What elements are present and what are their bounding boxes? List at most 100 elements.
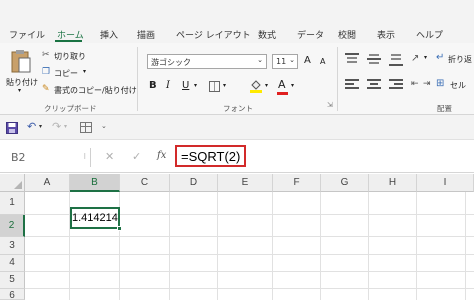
active-cell-b2[interactable]: 1.414214 xyxy=(70,207,120,229)
worksheet-grid[interactable]: A B C D E F G H I 1 2 3 4 5 6 xyxy=(0,174,474,300)
underline-button[interactable]: U xyxy=(182,80,189,91)
quick-access-toolbar: ↶ ▾ ↷ ▾ ⌄ xyxy=(0,115,474,140)
row-header[interactable]: 4 xyxy=(0,255,25,272)
name-box-value: B2 xyxy=(11,151,26,164)
borders-button[interactable] xyxy=(209,81,220,92)
font-family-select[interactable]: 游ゴシック ⌄ xyxy=(147,54,267,69)
grid-line xyxy=(25,271,474,272)
ribbon: 貼り付け ▾ ✂ 切り取り ❐ コピー ▾ ✎ 書式のコピー/貼り付け クリップ… xyxy=(0,43,474,115)
grid-line xyxy=(25,288,474,289)
alignment-group-label: 配置 xyxy=(437,104,452,113)
borders-dropdown-icon[interactable]: ▾ xyxy=(223,82,226,89)
insert-function-icon[interactable]: fx xyxy=(157,150,166,161)
grid-line xyxy=(217,192,218,300)
fill-color-dropdown-icon[interactable]: ▾ xyxy=(265,82,268,89)
clipboard-group-label: クリップボード xyxy=(44,104,97,113)
font-dialog-launcher-icon[interactable]: ⇲ xyxy=(327,101,333,109)
increase-indent-icon[interactable]: ⇥ xyxy=(423,79,431,89)
font-group-label: フォント xyxy=(223,104,253,113)
column-header[interactable]: B xyxy=(70,174,120,192)
grid-line xyxy=(465,192,466,300)
wrap-text-icon: ↵ xyxy=(436,52,445,63)
column-header[interactable]: E xyxy=(218,174,273,192)
tab-page-layout[interactable]: ページ レイアウト xyxy=(176,28,251,41)
paste-dropdown-icon[interactable]: ▾ xyxy=(18,87,21,94)
tab-draw[interactable]: 描画 xyxy=(137,28,155,41)
enter-icon[interactable]: ✓ xyxy=(132,150,141,163)
row-header[interactable]: 6 xyxy=(0,289,25,300)
align-center-icon[interactable] xyxy=(367,79,381,91)
grid-line xyxy=(272,192,273,300)
grow-font-button[interactable]: A xyxy=(304,55,311,66)
wrap-text-button[interactable]: 折り返 xyxy=(448,54,472,65)
align-left-icon[interactable] xyxy=(345,79,359,91)
cancel-icon[interactable]: ✕ xyxy=(105,150,114,163)
row-header[interactable]: 1 xyxy=(0,192,25,215)
form-icon[interactable] xyxy=(80,122,92,133)
tab-formulas[interactable]: 数式 xyxy=(258,28,276,41)
select-all-corner[interactable] xyxy=(0,174,25,192)
tab-file[interactable]: ファイル xyxy=(9,28,45,41)
fill-handle[interactable] xyxy=(117,226,122,231)
column-header[interactable]: F xyxy=(273,174,321,192)
save-icon[interactable] xyxy=(6,122,18,134)
column-header[interactable]: C xyxy=(120,174,170,192)
format-painter-button[interactable]: 書式のコピー/貼り付け xyxy=(54,85,137,96)
align-middle-icon[interactable] xyxy=(367,53,381,66)
bold-button[interactable]: B xyxy=(149,80,157,91)
font-color-dropdown-icon[interactable]: ▾ xyxy=(291,82,294,89)
tab-insert[interactable]: 挿入 xyxy=(100,28,118,41)
align-bottom-icon[interactable] xyxy=(389,53,403,66)
row-header[interactable]: 2 xyxy=(0,215,25,237)
tab-help[interactable]: ヘルプ xyxy=(416,28,443,41)
paste-label: 貼り付け xyxy=(6,78,38,87)
orientation-dropdown-icon[interactable]: ▾ xyxy=(424,54,427,61)
font-size-value: 11 xyxy=(276,57,287,66)
active-tab-indicator xyxy=(55,40,82,42)
formula-input[interactable]: =SQRT(2) xyxy=(175,145,246,167)
orientation-icon[interactable]: ↗ xyxy=(411,53,419,64)
redo-icon[interactable]: ↷ xyxy=(52,120,61,133)
italic-button[interactable]: I xyxy=(166,80,170,91)
grid-line xyxy=(169,192,170,300)
align-top-icon[interactable] xyxy=(345,53,359,66)
column-header[interactable]: D xyxy=(170,174,218,192)
tab-view[interactable]: 表示 xyxy=(377,28,395,41)
undo-icon[interactable]: ↶ xyxy=(27,120,36,133)
decrease-indent-icon[interactable]: ⇤ xyxy=(411,79,419,89)
tab-review[interactable]: 校閲 xyxy=(338,28,356,41)
column-header[interactable]: A xyxy=(25,174,70,192)
copy-dropdown-icon[interactable]: ▾ xyxy=(83,68,86,75)
grid-line xyxy=(416,192,417,300)
name-box[interactable]: B2 ⁝ xyxy=(5,148,91,167)
formula-bar: B2 ⁝ ✕ ✓ fx =SQRT(2) xyxy=(0,141,474,173)
column-header[interactable]: H xyxy=(369,174,417,192)
customize-qat-icon[interactable]: ⌄ xyxy=(101,122,107,130)
font-color-bar xyxy=(277,92,288,95)
column-header[interactable]: G xyxy=(321,174,369,192)
redo-dropdown-icon[interactable]: ▾ xyxy=(64,123,67,130)
font-size-select[interactable]: 11 ⌄ xyxy=(272,54,298,69)
shrink-font-button[interactable]: A xyxy=(320,57,325,66)
copy-button[interactable]: コピー xyxy=(54,68,78,79)
font-size-dropdown-icon: ⌄ xyxy=(289,56,295,64)
column-header[interactable]: I xyxy=(417,174,474,192)
font-color-button[interactable]: A xyxy=(278,78,286,91)
row-header[interactable]: 5 xyxy=(0,272,25,289)
borders-icon xyxy=(214,82,215,91)
font-family-value: 游ゴシック xyxy=(151,58,191,67)
cut-button[interactable]: 切り取り xyxy=(54,51,86,62)
tab-data[interactable]: データ xyxy=(297,28,324,41)
formula-text: =SQRT(2) xyxy=(181,149,241,164)
merge-cells-icon: ⊞ xyxy=(436,78,445,89)
row-header[interactable]: 3 xyxy=(0,237,25,255)
name-box-dropdown-icon[interactable]: ⁝ xyxy=(83,152,86,161)
merge-cells-button[interactable]: セル xyxy=(450,80,466,91)
underline-dropdown-icon[interactable]: ▾ xyxy=(194,82,197,89)
fill-color-icon[interactable] xyxy=(249,79,263,93)
group-separator xyxy=(337,47,338,111)
undo-dropdown-icon[interactable]: ▾ xyxy=(39,123,42,130)
align-right-icon[interactable] xyxy=(389,79,403,91)
paste-button[interactable]: 貼り付け ▾ xyxy=(4,47,38,95)
grid-line xyxy=(320,192,321,300)
